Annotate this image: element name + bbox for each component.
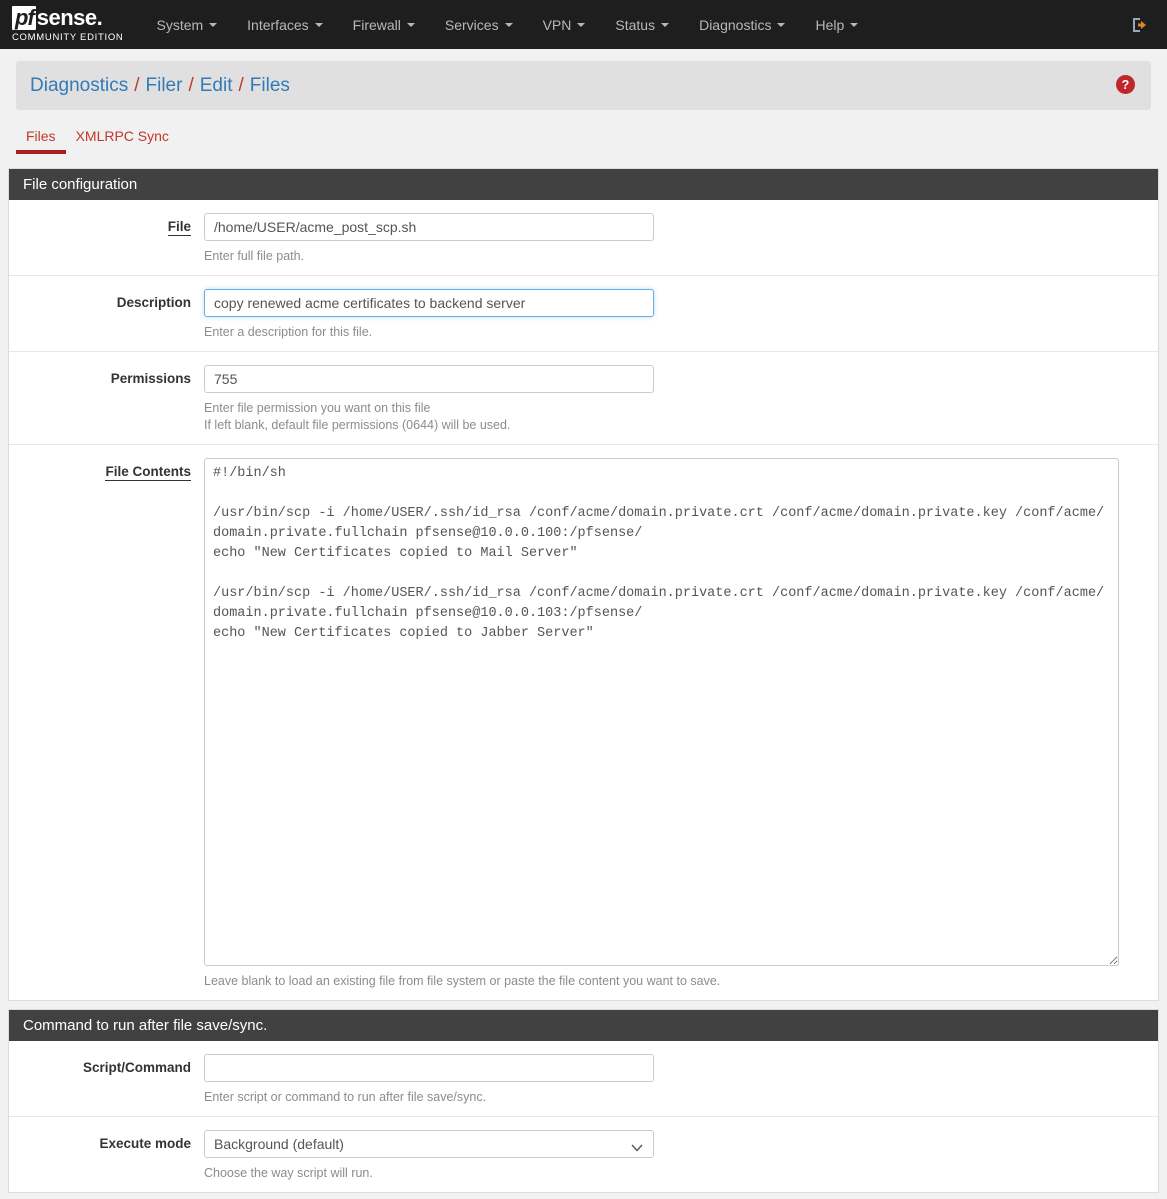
chevron-down-icon bbox=[577, 22, 586, 27]
breadcrumb-item-files[interactable]: Files bbox=[250, 75, 290, 97]
file-label-text: File bbox=[167, 219, 191, 236]
breadcrumb-item-edit[interactable]: Edit bbox=[200, 75, 233, 97]
nav-item-status[interactable]: Status bbox=[600, 0, 684, 49]
nav-item-vpn[interactable]: VPN bbox=[528, 0, 601, 49]
chevron-down-icon bbox=[209, 22, 218, 27]
command-panel: Command to run after file save/sync. Scr… bbox=[8, 1009, 1159, 1193]
execute-mode-select[interactable]: Background (default) bbox=[204, 1130, 654, 1158]
nav-label: Firewall bbox=[352, 16, 401, 33]
nav-item-help[interactable]: Help bbox=[800, 0, 873, 49]
description-label: Description bbox=[116, 295, 191, 310]
top-navbar: pf sense . COMMUNITY EDITION System Inte… bbox=[0, 0, 1167, 49]
form-row-script-command: Script/Command Enter script or command t… bbox=[9, 1041, 1158, 1117]
main-menu: System Interfaces Firewall Services VPN … bbox=[141, 0, 873, 49]
nav-label: VPN bbox=[542, 16, 572, 33]
file-contents-help-text: Leave blank to load an existing file fro… bbox=[204, 974, 721, 988]
breadcrumb-wrapper: Diagnostics / Filer / Edit / Files ? bbox=[0, 49, 1167, 110]
chevron-down-icon bbox=[406, 22, 415, 27]
file-label: File bbox=[9, 213, 204, 265]
chevron-down-icon bbox=[661, 22, 670, 27]
chevron-down-icon bbox=[504, 22, 513, 27]
action-row: Save bbox=[0, 1193, 1167, 1199]
chevron-down-icon bbox=[314, 22, 323, 27]
script-command-help-text: Enter script or command to run after fil… bbox=[204, 1090, 487, 1104]
nav-label: Help bbox=[815, 16, 845, 33]
nav-label: Status bbox=[615, 16, 656, 33]
logo-sense-text: sense bbox=[36, 5, 97, 30]
nav-item-services[interactable]: Services bbox=[430, 0, 528, 49]
execute-mode-label: Execute mode bbox=[99, 1136, 191, 1151]
logo-pf-text: pf bbox=[12, 6, 36, 30]
nav-label: Interfaces bbox=[247, 16, 309, 33]
form-row-execute-mode: Execute mode Background (default) Choose… bbox=[9, 1117, 1158, 1192]
file-help-text: Enter full file path. bbox=[204, 249, 305, 263]
chevron-down-icon bbox=[850, 22, 859, 27]
breadcrumb: Diagnostics / Filer / Edit / Files ? bbox=[16, 61, 1151, 110]
nav-label: Diagnostics bbox=[699, 16, 772, 33]
tab-files[interactable]: Files bbox=[16, 122, 66, 154]
nav-item-system[interactable]: System bbox=[141, 0, 232, 49]
tab-bar: Files XMLRPC Sync bbox=[0, 122, 1167, 160]
nav-item-interfaces[interactable]: Interfaces bbox=[232, 0, 337, 49]
script-command-label: Script/Command bbox=[82, 1060, 191, 1075]
file-contents-label-text: File Contents bbox=[105, 464, 191, 481]
breadcrumb-separator: / bbox=[238, 74, 244, 96]
brand-subtitle: COMMUNITY EDITION bbox=[12, 32, 124, 43]
permissions-label: Permissions bbox=[110, 371, 191, 386]
file-input[interactable] bbox=[204, 213, 654, 241]
help-circle-icon[interactable]: ? bbox=[1116, 74, 1135, 97]
file-contents-label: File Contents bbox=[9, 458, 204, 990]
form-row-file-contents: File Contents Leave blank to load an exi… bbox=[9, 445, 1158, 1000]
command-panel-heading: Command to run after file save/sync. bbox=[9, 1010, 1158, 1041]
svg-text:?: ? bbox=[1122, 78, 1130, 92]
nav-label: System bbox=[156, 16, 204, 33]
breadcrumb-item-filer[interactable]: Filer bbox=[146, 75, 183, 97]
nav-label: Services bbox=[444, 16, 499, 33]
form-row-permissions: Permissions Enter file permission you wa… bbox=[9, 352, 1158, 445]
logout-icon[interactable] bbox=[1131, 16, 1149, 34]
file-contents-textarea[interactable] bbox=[204, 458, 1119, 966]
brand-logo[interactable]: pf sense . COMMUNITY EDITION bbox=[0, 0, 141, 49]
form-row-description: Description Enter a description for this… bbox=[9, 276, 1158, 352]
tab-label: XMLRPC Sync bbox=[75, 128, 169, 144]
description-help-text: Enter a description for this file. bbox=[204, 325, 373, 339]
description-input[interactable] bbox=[204, 289, 654, 317]
breadcrumb-separator: / bbox=[134, 74, 140, 96]
breadcrumb-separator: / bbox=[188, 74, 194, 96]
form-row-file: File Enter full file path. bbox=[9, 200, 1158, 276]
tab-xmlrpc-sync[interactable]: XMLRPC Sync bbox=[66, 122, 179, 154]
tab-label: Files bbox=[26, 128, 56, 144]
breadcrumb-item-diagnostics[interactable]: Diagnostics bbox=[30, 75, 128, 97]
script-command-input[interactable] bbox=[204, 1054, 654, 1082]
logo-dot: . bbox=[96, 5, 103, 30]
file-configuration-heading: File configuration bbox=[9, 169, 1158, 200]
permissions-help-text-line1: Enter file permission you want on this f… bbox=[204, 401, 431, 415]
nav-item-diagnostics[interactable]: Diagnostics bbox=[684, 0, 800, 49]
navbar-right bbox=[1131, 0, 1149, 49]
file-configuration-panel: File configuration File Enter full file … bbox=[8, 168, 1159, 1001]
execute-mode-help-text: Choose the way script will run. bbox=[204, 1166, 373, 1180]
permissions-help-text-line2: If left blank, default file permissions … bbox=[204, 418, 511, 432]
chevron-down-icon bbox=[777, 22, 786, 27]
permissions-input[interactable] bbox=[204, 365, 654, 393]
nav-item-firewall[interactable]: Firewall bbox=[338, 0, 430, 49]
